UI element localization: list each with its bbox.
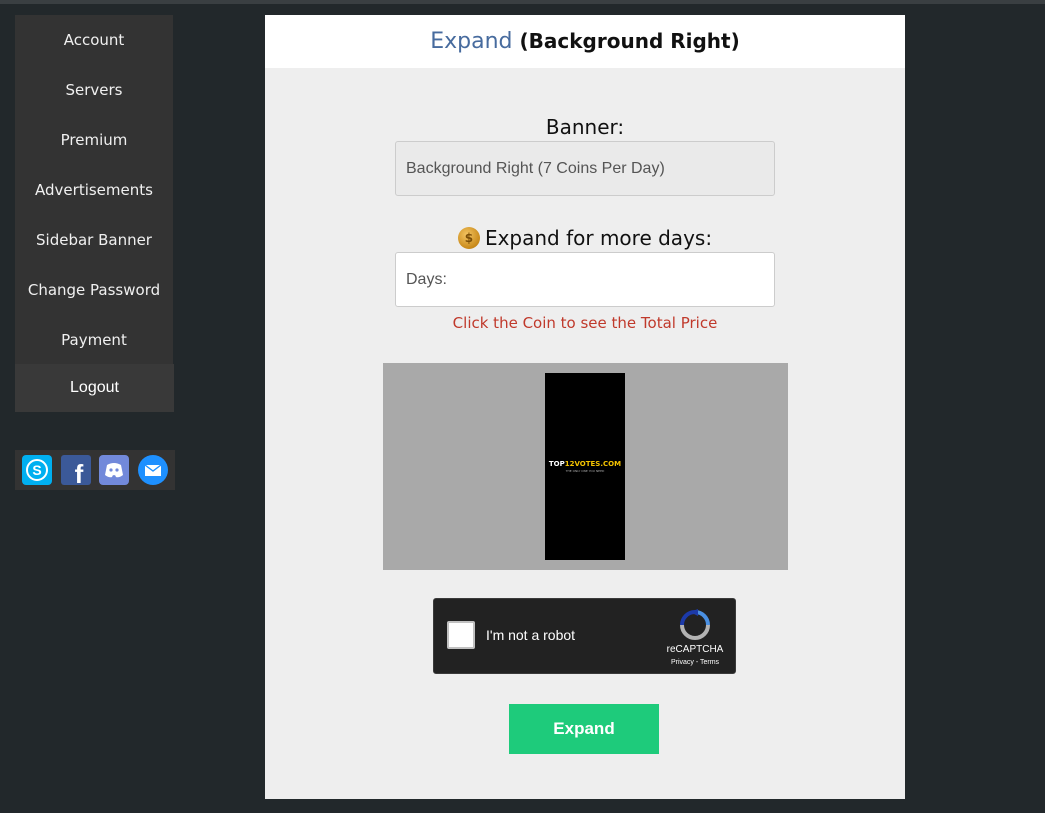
recaptcha-brand: reCAPTCHA xyxy=(666,644,724,655)
recaptcha-checkbox[interactable] xyxy=(447,621,475,649)
svg-text:f: f xyxy=(74,459,83,485)
svg-text:S: S xyxy=(33,462,42,478)
expand-days-label: Expand for more days: xyxy=(484,226,713,250)
sidebar-item-account[interactable]: Account xyxy=(15,15,173,65)
expand-days-label-row: $ Expand for more days: xyxy=(265,226,905,250)
price-hint: Click the Coin to see the Total Price xyxy=(452,314,718,332)
preview-banner-image: TOP12VOTES.COM THE ONLY ONE YOU NEED xyxy=(545,373,625,560)
sidebar-item-advertisements[interactable]: Advertisements xyxy=(15,165,173,215)
preview-logo: TOP12VOTES.COM xyxy=(548,460,622,468)
sidebar-item-change-password[interactable]: Change Password xyxy=(15,265,173,315)
social-links: S f xyxy=(15,450,175,490)
page-title-main: Expand xyxy=(430,29,513,54)
facebook-icon[interactable]: f xyxy=(60,455,91,485)
logout-button[interactable]: Logout xyxy=(15,364,174,412)
sidebar-item-sidebar-banner[interactable]: Sidebar Banner xyxy=(15,215,173,265)
sidebar-nav: Account Servers Premium Advertisements S… xyxy=(15,15,173,365)
sidebar-item-servers[interactable]: Servers xyxy=(15,65,173,115)
banner-label: Banner: xyxy=(545,115,625,139)
recaptcha-label: I'm not a robot xyxy=(486,627,576,643)
expand-panel: Expand (Background Right) Banner: Backgr… xyxy=(265,15,905,799)
page-title: Expand (Background Right) xyxy=(265,15,905,68)
email-icon[interactable] xyxy=(137,455,168,485)
recaptcha-widget: I'm not a robot reCAPTCHA Privacy - Term… xyxy=(433,598,736,674)
recaptcha-logo-icon xyxy=(680,609,710,640)
recaptcha-links[interactable]: Privacy - Terms xyxy=(655,659,735,666)
expand-button[interactable]: Expand xyxy=(509,704,659,754)
discord-icon[interactable] xyxy=(99,455,130,485)
sidebar-item-premium[interactable]: Premium xyxy=(15,115,173,165)
top-bar xyxy=(0,0,1045,4)
banner-field[interactable]: Background Right (7 Coins Per Day) xyxy=(395,141,775,196)
page-title-sub: (Background Right) xyxy=(519,29,740,53)
sidebar-item-payment[interactable]: Payment xyxy=(15,315,173,365)
days-input[interactable] xyxy=(395,252,775,307)
preview-tagline: THE ONLY ONE YOU NEED xyxy=(565,469,605,473)
skype-icon[interactable]: S xyxy=(22,455,53,485)
banner-preview: TOP12VOTES.COM THE ONLY ONE YOU NEED xyxy=(383,363,788,570)
coin-icon[interactable]: $ xyxy=(457,227,480,249)
